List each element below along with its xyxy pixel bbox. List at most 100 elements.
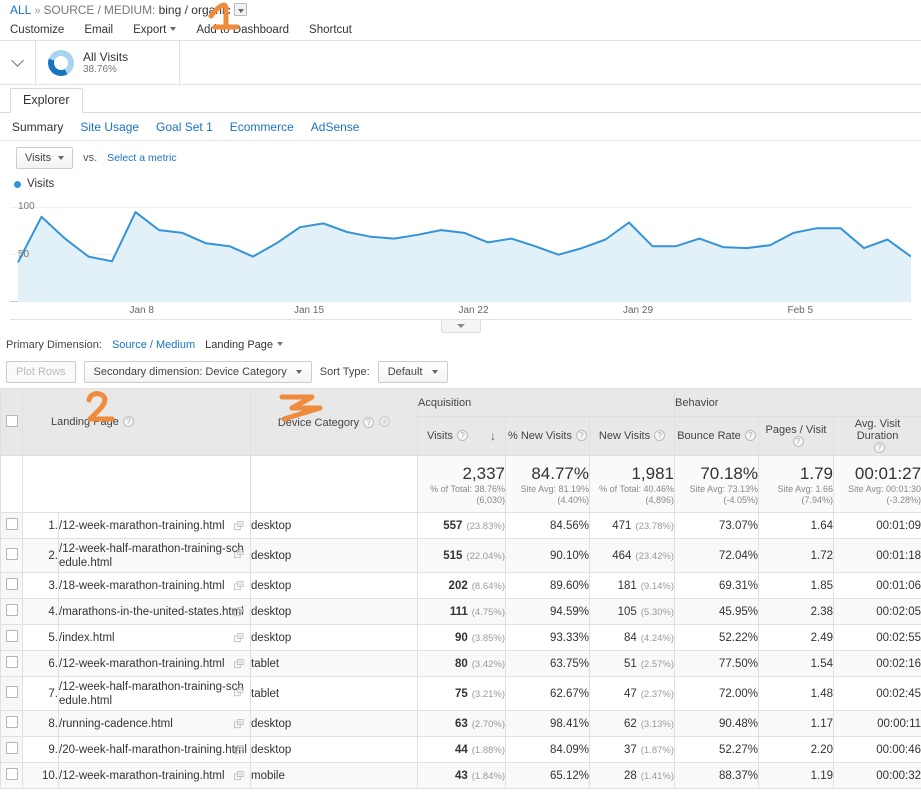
row-landing-page[interactable]: /marathons-in-the-united-states.html (58, 598, 251, 625)
row-landing-page-text[interactable]: /12-week-half-marathon-training-schedule… (59, 542, 250, 570)
row-landing-page-text[interactable]: /20-week-half-marathon-training.html (59, 743, 247, 757)
row-landing-page[interactable]: /18-week-marathon-training.html (58, 572, 251, 599)
open-url-icon[interactable] (234, 770, 244, 781)
help-icon[interactable]: ? (874, 442, 886, 453)
customize-button[interactable]: Customize (10, 24, 64, 36)
row-landing-page[interactable]: /12-week-marathon-training.html (58, 512, 251, 539)
help-icon[interactable]: ? (363, 416, 375, 428)
subtab-ecommerce[interactable]: Ecommerce (230, 120, 294, 134)
breadcrumb-all-link[interactable]: ALL (10, 3, 31, 17)
open-url-icon[interactable] (234, 606, 244, 617)
select-all-checkbox[interactable] (5, 414, 18, 427)
row-checkbox-cell[interactable] (0, 710, 23, 737)
row-landing-page[interactable]: /20-week-half-marathon-training.html (58, 736, 251, 763)
row-checkbox[interactable] (5, 548, 18, 560)
row-landing-page-text[interactable]: /12-week-marathon-training.html (59, 657, 225, 671)
row-checkbox-cell[interactable] (0, 572, 23, 599)
table-row[interactable]: 5./index.html desktop 90 (3.85%) 93.33% 84 (4.… (0, 624, 921, 651)
table-row[interactable]: 7./12-week-half-marathon-training-schedu… (0, 676, 921, 711)
open-url-icon[interactable] (234, 520, 244, 531)
column-header-visits[interactable]: Visits? ↓ (417, 416, 506, 456)
row-checkbox-cell[interactable] (0, 650, 23, 677)
segment-all-visits[interactable]: All Visits 38.76% (36, 41, 180, 84)
row-checkbox[interactable] (5, 518, 18, 530)
row-checkbox-cell[interactable] (0, 538, 23, 573)
open-url-icon[interactable] (234, 632, 244, 643)
table-row[interactable]: 4./marathons-in-the-united-states.html de… (0, 598, 921, 625)
subtab-goal-set-1[interactable]: Goal Set 1 (156, 120, 213, 134)
row-landing-page[interactable]: /index.html (58, 624, 251, 651)
subtab-summary[interactable]: Summary (12, 120, 63, 134)
table-row[interactable]: 1./12-week-marathon-training.html desktop… (0, 512, 921, 539)
sort-desc-icon[interactable]: ↓ (490, 429, 496, 443)
primary-dimension-landing-page[interactable]: Landing Page (205, 339, 284, 351)
open-url-icon[interactable] (234, 744, 244, 755)
select-all-cell[interactable] (0, 388, 23, 456)
metric-dropdown[interactable]: Visits (16, 147, 74, 169)
row-landing-page[interactable]: /12-week-marathon-training.html (58, 650, 251, 677)
help-icon[interactable]: ? (792, 436, 804, 447)
row-checkbox[interactable] (5, 630, 18, 642)
table-row[interactable]: 3./18-week-marathon-training.html desktop… (0, 572, 921, 599)
help-icon[interactable]: ? (744, 430, 756, 441)
secondary-dimension-dropdown[interactable]: Secondary dimension: Device Category (83, 361, 312, 383)
landing-page-header[interactable]: Landing Page? (22, 388, 251, 456)
table-row[interactable]: 6./12-week-marathon-training.html tablet 8… (0, 650, 921, 677)
row-checkbox-cell[interactable] (0, 736, 23, 763)
row-checkbox[interactable] (5, 716, 18, 728)
row-checkbox[interactable] (5, 768, 18, 780)
table-row[interactable]: 2./12-week-half-marathon-training-schedu… (0, 538, 921, 573)
row-landing-page-text[interactable]: /12-week-marathon-training.html (59, 519, 225, 533)
row-landing-page[interactable]: /12-week-marathon-training.html (58, 762, 251, 789)
help-icon[interactable]: ? (457, 430, 469, 441)
open-url-icon[interactable] (234, 718, 244, 729)
row-checkbox[interactable] (5, 604, 18, 616)
row-landing-page-text[interactable]: /12-week-marathon-training.html (59, 769, 225, 783)
select-a-metric-link[interactable]: Select a metric (107, 152, 176, 164)
row-checkbox-cell[interactable] (0, 512, 23, 539)
open-url-icon[interactable] (234, 580, 244, 591)
column-header-bounce-rate[interactable]: Bounce Rate? (674, 416, 760, 456)
table-row[interactable]: 9./20-week-half-marathon-training.html de… (0, 736, 921, 763)
open-url-icon[interactable] (234, 687, 244, 697)
table-row[interactable]: 10./12-week-marathon-training.html mobile… (0, 762, 921, 789)
row-checkbox-cell[interactable] (0, 624, 23, 651)
row-checkbox-cell[interactable] (0, 762, 23, 789)
table-row[interactable]: 8./running-cadence.html desktop 63 (2.70%) 9… (0, 710, 921, 737)
column-header-new-visits[interactable]: New Visits? (588, 416, 676, 456)
row-landing-page-text[interactable]: /index.html (59, 631, 115, 645)
open-url-icon[interactable] (234, 658, 244, 669)
export-button[interactable]: Export (133, 24, 177, 36)
add-to-dashboard-button[interactable]: Add to Dashboard (196, 24, 289, 36)
column-header-pages-per-visit[interactable]: Pages / Visit? (758, 416, 835, 456)
sort-type-dropdown[interactable]: Default (377, 361, 448, 383)
row-landing-page-text[interactable]: /12-week-half-marathon-training-schedule… (59, 680, 250, 708)
row-checkbox[interactable] (5, 686, 18, 698)
row-landing-page-text[interactable]: /18-week-marathon-training.html (59, 579, 225, 593)
row-landing-page-text[interactable]: /marathons-in-the-united-states.html (59, 605, 244, 619)
row-landing-page[interactable]: /12-week-half-marathon-training-schedule… (58, 538, 251, 573)
row-landing-page-text[interactable]: /running-cadence.html (59, 717, 173, 731)
tab-explorer[interactable]: Explorer (10, 88, 83, 113)
subtab-site-usage[interactable]: Site Usage (80, 120, 139, 134)
help-icon[interactable]: ? (575, 430, 587, 441)
column-header-new-visits-pct[interactable]: % New Visits? (505, 416, 590, 456)
device-category-header[interactable]: Device Category? + (250, 388, 418, 456)
row-landing-page[interactable]: /12-week-half-marathon-training-schedule… (58, 676, 251, 711)
breadcrumb-dropdown-icon[interactable] (233, 3, 247, 16)
visits-area-chart[interactable]: 100 50 (10, 192, 911, 302)
row-checkbox[interactable] (5, 656, 18, 668)
plot-rows-button[interactable]: Plot Rows (6, 361, 76, 383)
row-checkbox[interactable] (5, 578, 18, 590)
add-dimension-icon[interactable]: + (379, 415, 391, 427)
chart-collapse-button[interactable] (440, 320, 481, 333)
column-header-avg-visit-duration[interactable]: Avg. Visit Duration? (833, 416, 921, 456)
help-icon[interactable]: ? (122, 416, 134, 427)
primary-dimension-source-medium[interactable]: Source / Medium (112, 339, 195, 351)
help-icon[interactable]: ? (654, 430, 666, 441)
segment-collapse-toggle[interactable] (0, 41, 36, 84)
open-url-icon[interactable] (234, 549, 244, 559)
row-checkbox-cell[interactable] (0, 598, 23, 625)
row-landing-page[interactable]: /running-cadence.html (58, 710, 251, 737)
subtab-adsense[interactable]: AdSense (311, 120, 360, 134)
